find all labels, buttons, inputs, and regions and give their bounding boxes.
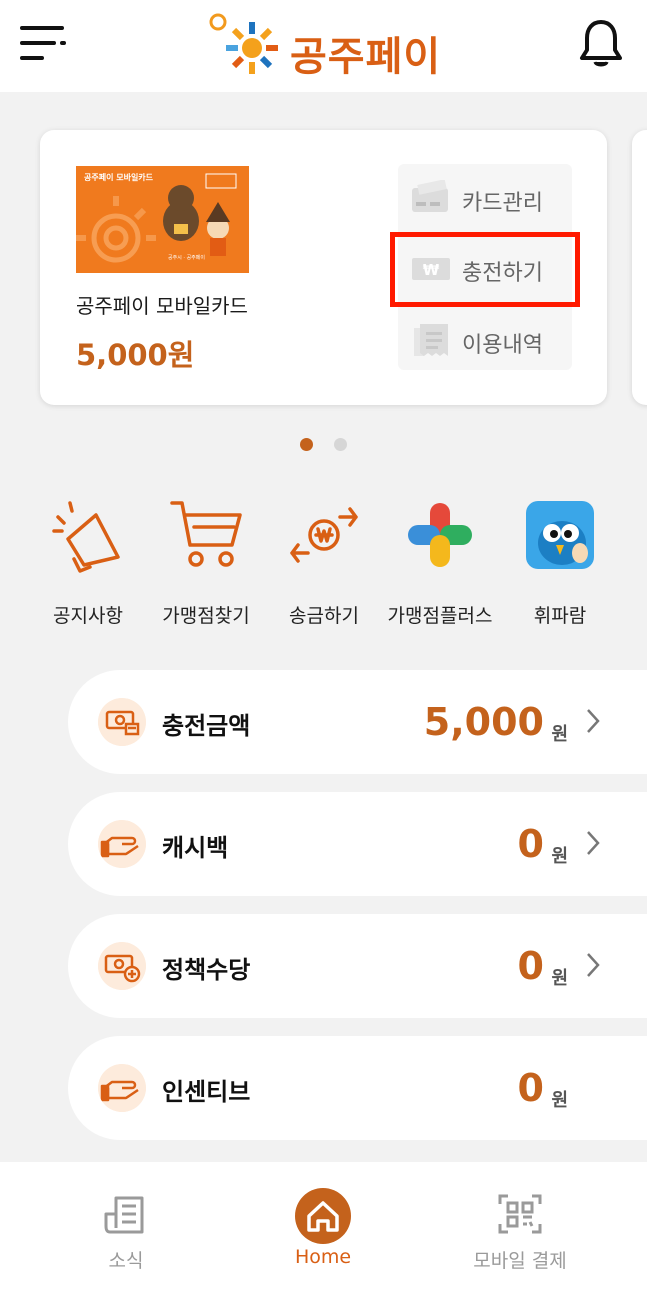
row-incentive[interactable]: 인센티브 0 원 — [68, 1036, 647, 1140]
hand-coin-icon — [98, 1064, 146, 1112]
qr-icon — [498, 1194, 542, 1234]
row-unit: 원 — [551, 1090, 568, 1111]
row-cashback[interactable]: 캐시백 0 원 — [68, 792, 647, 896]
history-label: 이용내역 — [462, 333, 543, 358]
menu-icon[interactable] — [20, 24, 68, 64]
card-balance: 5,000원 — [76, 338, 195, 372]
news-icon — [104, 1196, 144, 1234]
card-image-title: 공주페이 모바일카드 — [84, 173, 154, 182]
chevron-right-icon — [587, 953, 600, 977]
row-label: 인센티브 — [162, 1078, 251, 1106]
quick-store-finder-label: 가맹점찾기 — [162, 605, 250, 627]
quick-transfer[interactable]: 송금하기 — [264, 497, 384, 627]
row-charged-amount[interactable]: 충전금액 5,000 원 — [68, 670, 647, 774]
app-header: 공주페이 — [0, 0, 647, 92]
quick-store-plus-label: 가맹점플러스 — [387, 605, 493, 627]
tab-mobile-payment[interactable]: 모바일 결제 — [420, 1162, 620, 1302]
quick-whistle-app[interactable]: 휘파람 — [500, 497, 620, 627]
row-unit: 원 — [551, 846, 568, 867]
money-icon — [98, 698, 146, 746]
logo-text: 공주페이 — [290, 34, 442, 80]
mobile-card-panel[interactable]: 공주페이 모바일카드 공주시 · 공주페이 공주페이 모바일카드 5,000원 … — [40, 130, 607, 405]
tab-news[interactable]: 소식 — [26, 1162, 226, 1302]
row-value: 0 — [517, 944, 544, 988]
plus-icon — [408, 503, 472, 567]
card-image[interactable]: 공주페이 모바일카드 공주시 · 공주페이 — [76, 166, 249, 273]
card-name: 공주페이 모바일카드 — [76, 294, 248, 318]
chevron-right-icon — [587, 831, 600, 855]
tab-home-label: Home — [294, 1246, 352, 1268]
money-plus-icon — [98, 942, 146, 990]
quick-store-finder[interactable]: 가맹점찾기 — [146, 497, 266, 627]
megaphone-icon — [52, 501, 120, 573]
quick-notice[interactable]: 공지사항 — [28, 497, 148, 627]
row-policy-allowance[interactable]: 정책수당 0 원 — [68, 914, 647, 1018]
quick-notice-label: 공지사항 — [53, 605, 123, 627]
bottom-tab-bar: 소식 Home 모바일 결제 — [0, 1162, 647, 1302]
quick-whistle-label: 휘파람 — [533, 605, 587, 627]
next-card-peek[interactable] — [632, 130, 647, 405]
row-value: 0 — [517, 1066, 544, 1110]
transfer-icon — [290, 507, 358, 563]
charge-highlight-box — [390, 232, 580, 307]
quick-store-plus[interactable]: 가맹점플러스 — [380, 497, 500, 627]
quick-transfer-label: 송금하기 — [289, 605, 359, 627]
row-label: 충전금액 — [162, 712, 251, 740]
row-label: 정책수당 — [162, 956, 251, 984]
bell-icon[interactable] — [578, 18, 624, 70]
receipt-icon — [414, 324, 448, 356]
card-icon — [412, 180, 448, 212]
row-unit: 원 — [551, 968, 568, 989]
logo-sun-icon — [209, 13, 278, 74]
history-button[interactable]: 이용내역 — [398, 310, 572, 370]
card-image-fineprint: 공주시 · 공주페이 — [168, 255, 205, 261]
bird-app-icon — [526, 501, 594, 569]
row-value: 5,000 — [423, 700, 544, 744]
home-icon — [295, 1188, 351, 1244]
row-label: 캐시백 — [162, 834, 229, 862]
chevron-right-icon — [587, 709, 600, 733]
row-unit: 원 — [551, 724, 568, 745]
tab-mobile-payment-label: 모바일 결제 — [473, 1250, 567, 1272]
tab-home[interactable]: Home — [223, 1162, 423, 1302]
cart-icon — [170, 501, 242, 567]
tab-news-label: 소식 — [108, 1250, 144, 1272]
card-manage-label: 카드관리 — [462, 191, 543, 216]
app-logo: 공주페이 — [206, 10, 446, 80]
card-manage-button[interactable]: 카드관리 — [398, 168, 572, 228]
pager-dot[interactable] — [334, 438, 347, 451]
hand-coin-icon — [98, 820, 146, 868]
row-value: 0 — [517, 822, 544, 866]
pager-dot-active[interactable] — [300, 438, 313, 451]
